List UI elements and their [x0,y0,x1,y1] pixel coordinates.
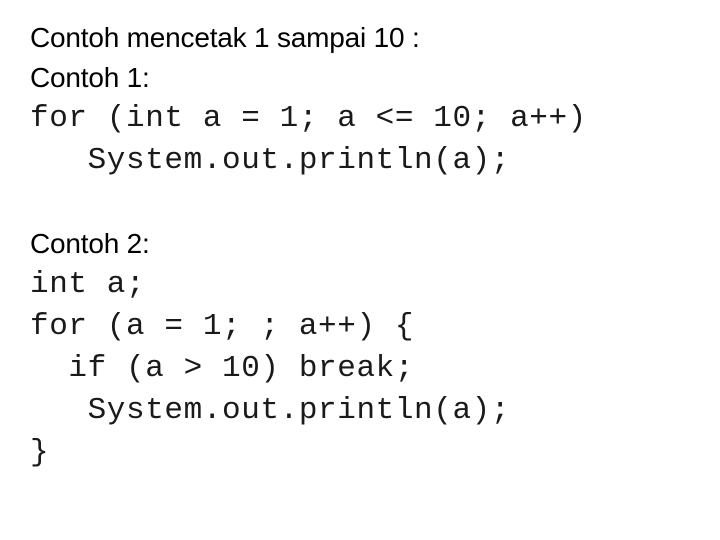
example-1-heading: Contoh 1: [30,62,150,93]
example-2-code-line-4: System.out.println(a); [30,393,511,428]
example-2-heading: Contoh 2: [30,228,150,259]
example-2-code-line-2: for (a = 1; ; a++) { [30,309,415,344]
example-2-code-line-3: if (a > 10) break; [30,351,415,386]
example-1-code-line-2: System.out.println(a); [30,143,511,178]
example-2-code-line-5: } [30,435,50,470]
example-1-code-line-1: for (int a = 1; a <= 10; a++) [30,101,587,136]
intro-line: Contoh mencetak 1 sampai 10 : [30,22,420,53]
slide-canvas: Contoh mencetak 1 sampai 10 : Contoh 1: … [0,0,720,540]
example-2-code-line-1: int a; [30,267,146,302]
